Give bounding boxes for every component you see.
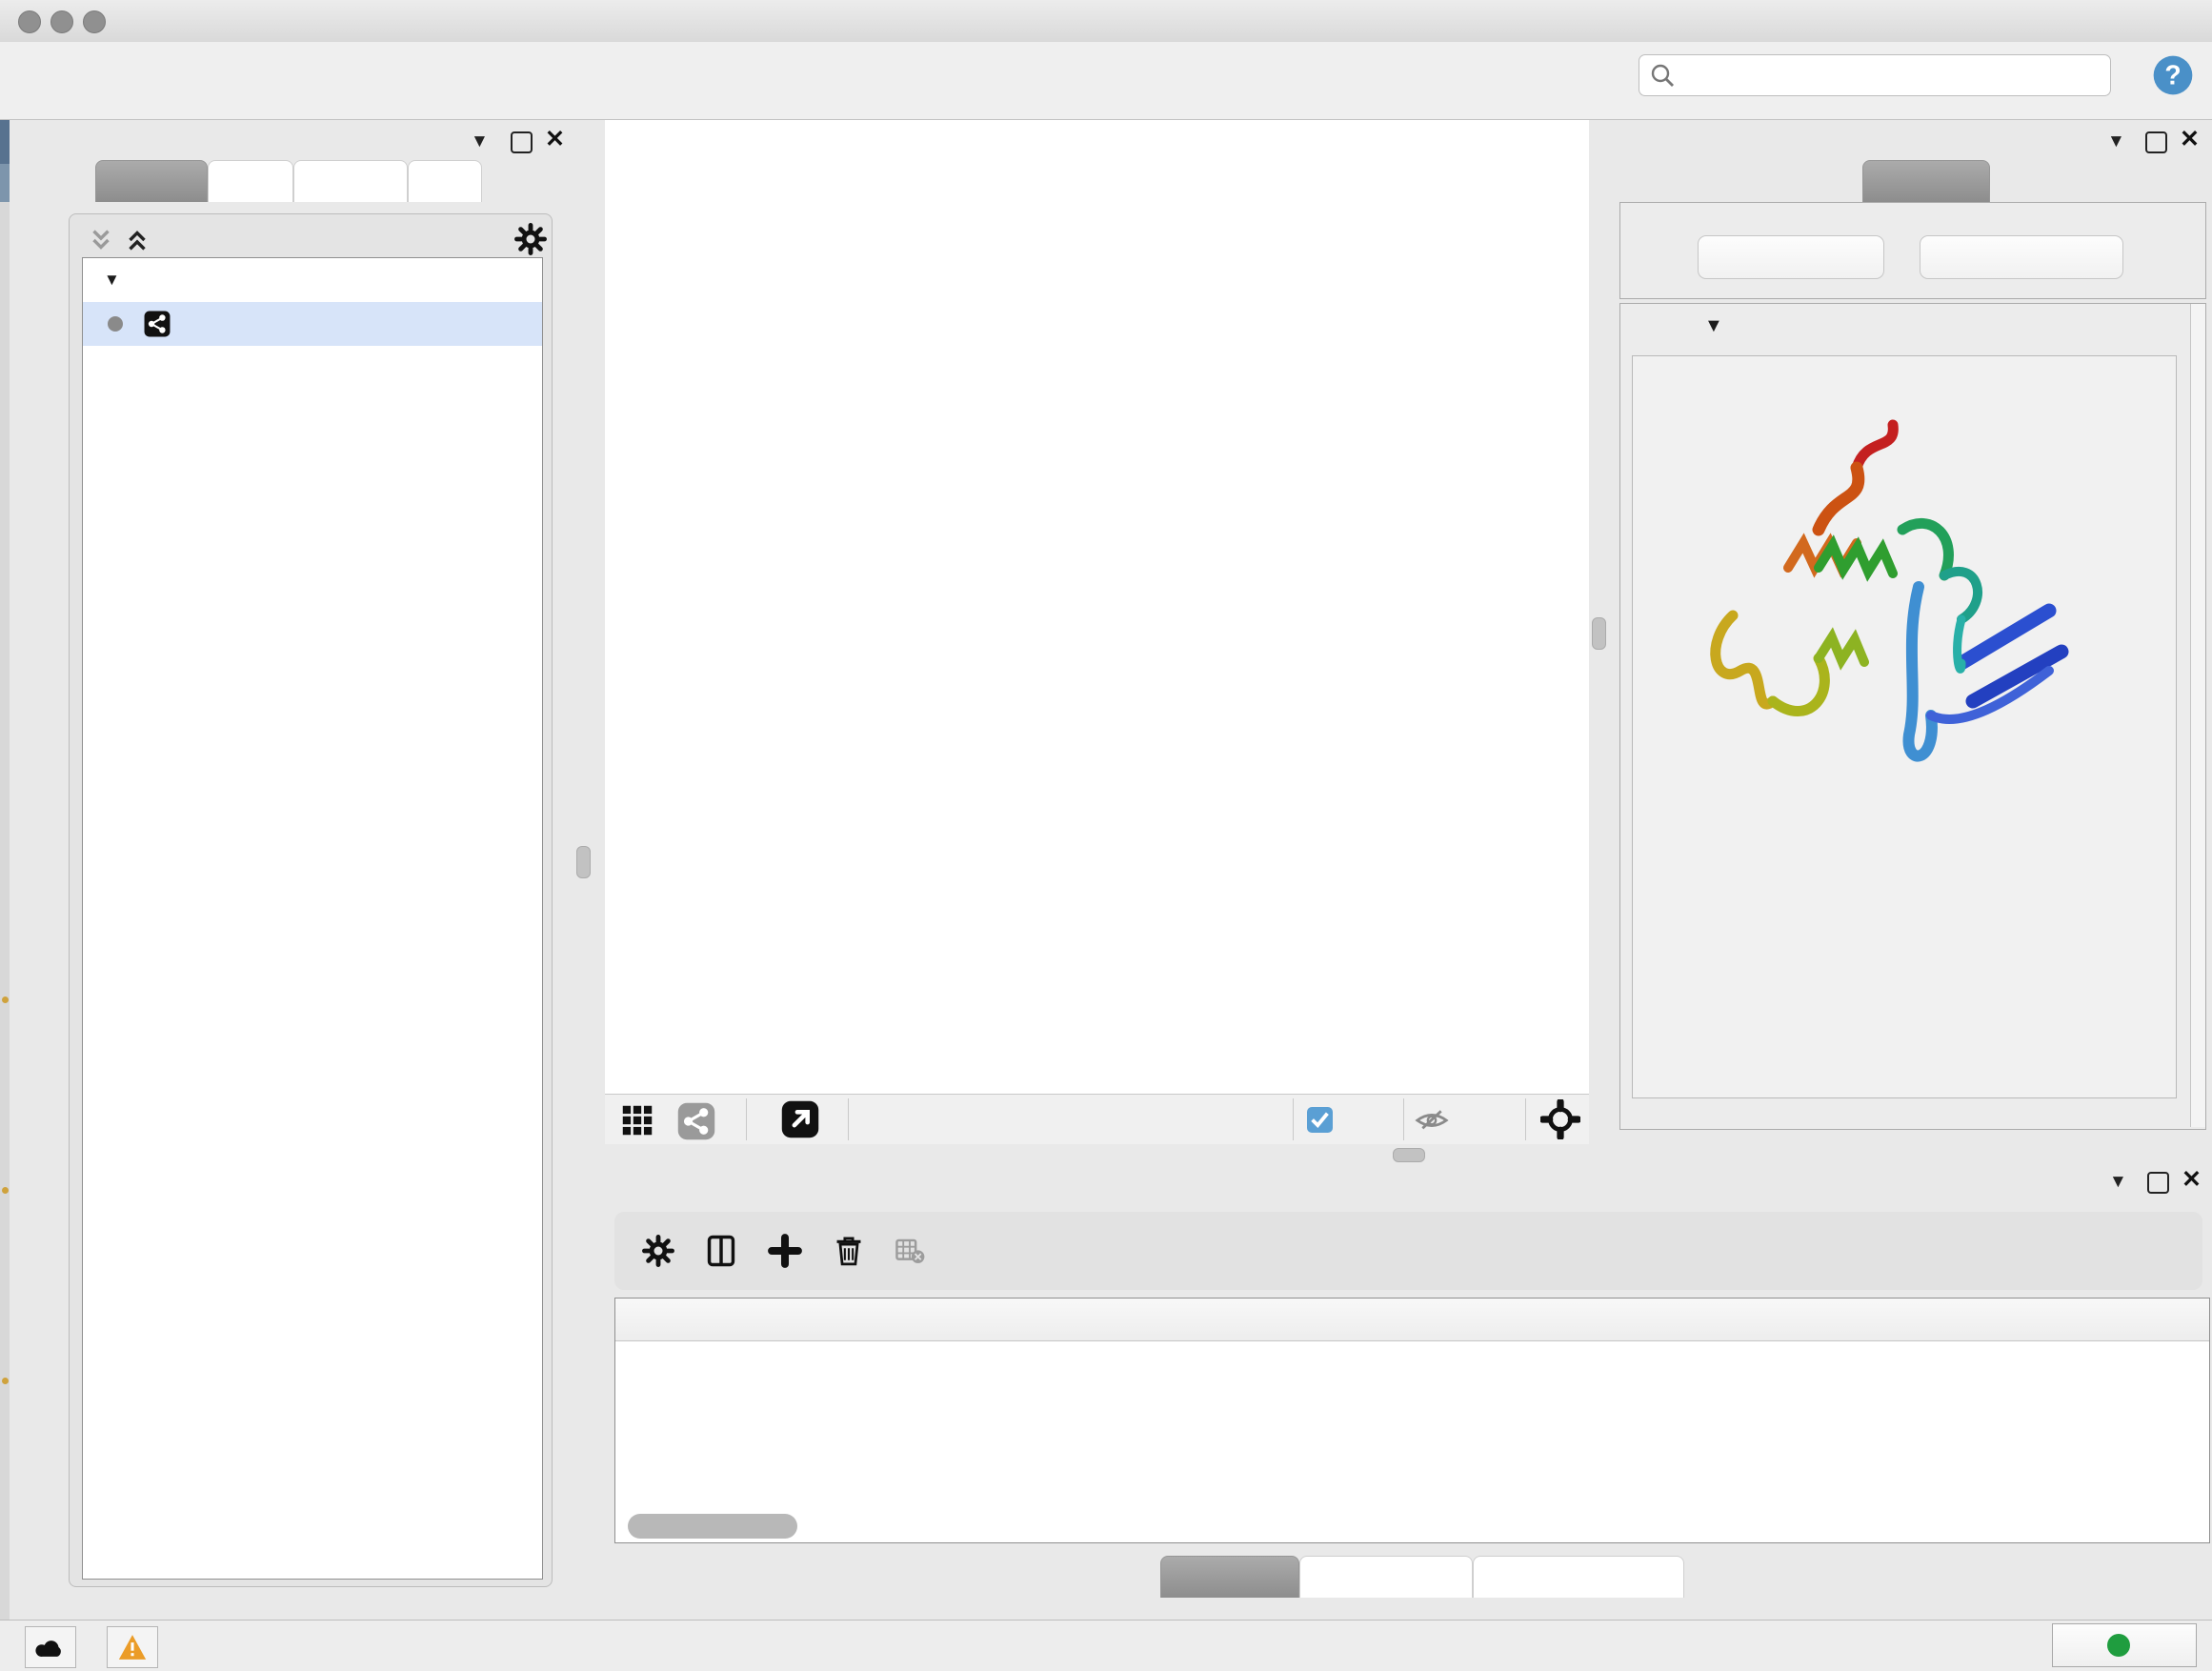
control-panel-float-icon[interactable]	[511, 131, 533, 153]
network-icon	[144, 311, 171, 337]
zoom-window-button[interactable]	[83, 10, 106, 33]
tab-style[interactable]	[208, 160, 293, 202]
collection-expand-icon[interactable]: ▼	[104, 271, 120, 290]
cloud-icon	[34, 1633, 67, 1661]
minimize-window-button[interactable]	[50, 10, 73, 33]
svg-text:?: ?	[2164, 60, 2181, 91]
table-horizontal-scrollbar[interactable]	[628, 1514, 797, 1539]
table-panel-close-icon[interactable]: ✕	[2182, 1171, 2202, 1189]
network-canvas[interactable]	[605, 120, 1589, 1094]
search-field-wrap	[1639, 54, 2111, 96]
protein-detail-box	[1632, 355, 2177, 1098]
network-collection-row[interactable]: ▼	[83, 258, 542, 302]
left-splitter-handle[interactable]	[576, 846, 591, 878]
background-window-sliver	[0, 120, 10, 1620]
table-panel-float-icon[interactable]	[2147, 1172, 2169, 1194]
network-view-icon[interactable]	[677, 1102, 715, 1140]
title-bar	[0, 0, 2212, 43]
tab-network[interactable]	[95, 160, 208, 202]
protein-result-card: ▼	[1619, 303, 2206, 1130]
results-scrollbar-track[interactable]	[2190, 304, 2205, 1127]
tab-edge-table[interactable]	[1299, 1556, 1473, 1598]
help-icon[interactable]: ?	[2151, 53, 2195, 97]
table-panel-float-menu-icon[interactable]: ▼	[2109, 1172, 2127, 1193]
collapse-all-button[interactable]	[1920, 235, 2123, 279]
expand-all-button[interactable]	[1698, 235, 1884, 279]
table-toolbar	[614, 1212, 2202, 1290]
string-results-button-bar	[1619, 202, 2206, 299]
node-table-header	[615, 1299, 2209, 1341]
results-panel-float-menu-icon[interactable]: ▼	[2107, 131, 2125, 152]
tab-string[interactable]	[1862, 160, 1990, 202]
protein-structure-image	[1676, 415, 2123, 815]
protein-collapse-icon[interactable]: ▼	[1704, 315, 1723, 337]
search-input[interactable]	[1639, 54, 2111, 96]
node-table	[614, 1298, 2210, 1543]
warning-status-button[interactable]	[107, 1626, 158, 1668]
right-splitter-handle[interactable]	[1592, 617, 1606, 650]
grid-view-icon[interactable]	[620, 1103, 654, 1137]
network-tree: ▼	[82, 257, 543, 1580]
collapse-all-networks-icon[interactable]	[123, 226, 151, 254]
tab-network-table[interactable]	[1473, 1556, 1684, 1598]
show-columns-icon[interactable]	[704, 1234, 738, 1268]
tab-select[interactable]	[293, 160, 408, 202]
search-icon	[1650, 63, 1675, 88]
delete-table-icon	[895, 1236, 925, 1266]
network-options-gear-icon[interactable]	[513, 222, 548, 256]
cloud-status-button[interactable]	[25, 1626, 76, 1668]
selected-nodes-checkbox[interactable]	[1307, 1107, 1333, 1133]
birds-eye-crosshair-icon[interactable]	[1540, 1099, 1580, 1139]
table-options-gear-icon[interactable]	[641, 1234, 675, 1268]
results-panel-float-icon[interactable]	[2145, 131, 2167, 153]
network-view-toolbar	[605, 1094, 1589, 1144]
close-window-button[interactable]	[18, 10, 41, 33]
hidden-eye-slash-icon[interactable]	[1415, 1106, 1449, 1135]
network-row[interactable]	[83, 302, 542, 346]
control-panel-close-icon[interactable]: ✕	[545, 131, 565, 149]
add-column-icon[interactable]	[767, 1233, 803, 1269]
memory-button[interactable]	[2052, 1623, 2197, 1667]
tab-sets[interactable]	[408, 160, 482, 202]
expand-all-networks-icon[interactable]	[87, 226, 115, 254]
warning-icon	[117, 1633, 148, 1661]
detach-view-icon[interactable]	[781, 1100, 819, 1138]
results-panel-close-icon[interactable]: ✕	[2180, 131, 2200, 149]
memory-status-dot	[2107, 1634, 2130, 1657]
application-window: ? ▼ ✕ ▼	[0, 0, 2212, 1671]
tab-node-table[interactable]	[1160, 1556, 1299, 1598]
bottom-splitter-handle[interactable]	[1393, 1148, 1425, 1162]
delete-column-trash-icon[interactable]	[832, 1234, 866, 1268]
control-panel-float-menu-icon[interactable]: ▼	[471, 131, 489, 152]
network-current-dot	[108, 316, 123, 332]
status-bar	[0, 1620, 2212, 1671]
